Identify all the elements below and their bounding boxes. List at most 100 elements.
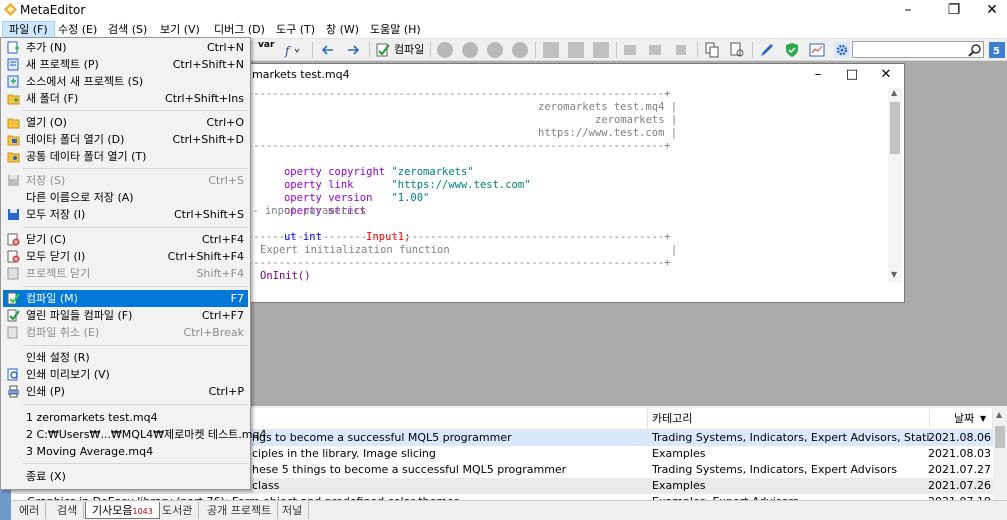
scroll-up-icon[interactable]: ▲ — [891, 88, 897, 97]
menu-item-recent-1[interactable]: 1 zeromarkets test.mq4 — [3, 409, 248, 426]
article-category: Trading Systems, Indicators, Expert Advi… — [652, 463, 898, 476]
articles-vertical-scrollbar[interactable]: ▲ — [993, 408, 1007, 500]
compile-icon — [376, 43, 390, 57]
menu-file[interactable]: 파일 (F) — [2, 21, 55, 38]
menu-item-close[interactable]: 닫기 (C) Ctrl+F4 — [3, 231, 248, 248]
new-folder-icon — [7, 94, 20, 105]
menu-item-close-project[interactable]: 프로젝트 닫기 Shift+F4 — [3, 265, 248, 282]
column-header-category[interactable]: 카테고리 — [648, 408, 930, 430]
menu-tools[interactable]: 도구 (T) — [270, 21, 321, 38]
close-project-icon — [7, 267, 19, 280]
menu-item-new-folder[interactable]: 새 폴더 (F) Ctrl+Shift+Ins — [3, 90, 248, 107]
editor-scroll-thumb[interactable] — [890, 102, 900, 154]
list-scroll-up-icon[interactable]: ▲ — [996, 410, 1002, 419]
toolbox-tabs: 에러 검색 기사모음1043 도서관 공개 프로젝트 저널 — [11, 500, 1007, 520]
var-button[interactable]: var — [258, 40, 274, 50]
debug-start-icon[interactable] — [462, 42, 478, 58]
menu-item-recent-2[interactable]: 2 C:₩Users₩...₩MQL4₩제로마켓 테스트.mq4 — [3, 426, 267, 443]
code-line: operty link "https://www.test.com" — [283, 179, 531, 191]
menu-item-compile[interactable]: 컴파일 (M) F7 — [3, 290, 248, 307]
new-project-icon — [7, 58, 19, 71]
menu-window[interactable]: 창 (W) — [320, 21, 365, 38]
code-line: zeromarkets | — [595, 114, 678, 126]
style-pen-icon[interactable] — [759, 42, 775, 58]
stop-square-icon[interactable] — [676, 45, 686, 55]
back-arrow-icon[interactable] — [320, 42, 336, 58]
maximize-button[interactable]: ❐ — [931, 0, 977, 20]
code-line: OnInit() — [260, 270, 311, 282]
close-window-button[interactable]: ✕ — [977, 0, 1007, 20]
mql5-community-icon[interactable]: 5 — [989, 42, 1005, 58]
step-into-icon[interactable] — [543, 42, 559, 58]
tab-journal[interactable]: 저널 — [276, 502, 310, 519]
menu-item-open-common-folder[interactable]: 공통 데이타 폴더 열기 (T) — [3, 148, 248, 165]
breakpoint-remove-icon[interactable] — [649, 45, 661, 55]
project-from-source-icon — [7, 75, 19, 88]
column-header-date-label: 날짜 — [954, 412, 975, 425]
menu-item-new-project[interactable]: 새 프로젝트 (P) Ctrl+Shift+N — [3, 56, 248, 73]
menu-item-open[interactable]: 열기 (O) Ctrl+O — [3, 114, 248, 131]
menu-search[interactable]: 검색 (S) — [102, 21, 153, 38]
common-folder-icon — [7, 152, 20, 163]
settings-gear-icon[interactable] — [834, 42, 850, 58]
article-date: 2021.07.27 — [928, 463, 991, 476]
column-header-date[interactable]: 날짜 ▼ — [930, 408, 993, 430]
chart-window-icon[interactable] — [809, 42, 825, 58]
menu-item-print-preview[interactable]: 인쇄 미리보기 (V) — [3, 366, 248, 383]
tab-library[interactable]: 도서관 — [156, 502, 200, 519]
forward-arrow-icon[interactable] — [345, 42, 361, 58]
editor-maximize-button[interactable]: □ — [836, 64, 868, 86]
find-in-files-icon[interactable] — [729, 42, 745, 58]
menu-item-new[interactable]: 추가 (N) Ctrl+N — [3, 39, 248, 56]
tab-public-projects[interactable]: 공개 프로젝트 — [201, 502, 279, 519]
shield-check-icon[interactable] — [784, 42, 800, 58]
menu-view[interactable]: 보기 (V) — [154, 21, 206, 38]
tab-search[interactable]: 검색 — [51, 502, 85, 519]
cancel-compile-icon — [7, 326, 18, 339]
sort-desc-icon: ▼ — [980, 414, 987, 423]
menu-debug[interactable]: 디버그 (D) — [208, 21, 271, 38]
code-line: -- input parameters — [246, 205, 367, 217]
debug-pause-icon[interactable] — [487, 42, 503, 58]
copy-pages-icon[interactable] — [704, 42, 720, 58]
article-date: 2021.07.26 — [928, 479, 991, 492]
menu-item-save-as[interactable]: 다른 이름으로 저장 (A) — [3, 189, 248, 206]
menu-item-open-data-folder[interactable]: 데이타 폴더 열기 (D) Ctrl+Shift+D — [3, 131, 248, 148]
editor-minimize-button[interactable]: – — [802, 64, 834, 86]
step-over-icon[interactable] — [568, 42, 584, 58]
tab-articles[interactable]: 기사모음1043 — [85, 502, 160, 519]
close-file-icon — [7, 233, 20, 246]
menu-item-save[interactable]: 저장 (S) Ctrl+S — [3, 172, 248, 189]
menu-item-exit[interactable]: 종료 (X) — [3, 468, 248, 485]
menu-item-recent-3[interactable]: 3 Moving Average.mq4 — [3, 443, 248, 460]
menu-item-cancel-compile[interactable]: 컴파일 취소 (E) Ctrl+Break — [3, 324, 248, 341]
breakpoint-toggle-icon[interactable] — [624, 45, 636, 55]
menu-item-compile-open-files[interactable]: 열린 파일들 컴파일 (F) Ctrl+F7 — [3, 307, 248, 324]
step-out-icon[interactable] — [593, 42, 609, 58]
editor-close-button[interactable]: ✕ — [870, 64, 902, 86]
editor-vertical-scrollbar[interactable]: ▲ ▼ — [888, 88, 902, 282]
menu-edit[interactable]: 수정 (E) — [52, 21, 103, 38]
menu-item-save-all[interactable]: 모두 저장 (I) Ctrl+Shift+S — [3, 206, 248, 223]
toolbar-search-input[interactable] — [852, 41, 984, 58]
list-scroll-thumb[interactable] — [995, 426, 1005, 448]
menu-help[interactable]: 도움말 (H) — [364, 21, 427, 38]
scroll-down-icon[interactable]: ▼ — [891, 270, 897, 279]
menu-item-print[interactable]: 인쇄 (P) Ctrl+P — [3, 383, 248, 400]
search-icon[interactable] — [968, 43, 982, 57]
tab-errors[interactable]: 에러 — [13, 502, 47, 519]
menu-item-print-setup[interactable]: 인쇄 설정 (R) — [3, 349, 248, 366]
debug-stop-icon[interactable] — [512, 42, 528, 58]
title-bar: MetaEditor – ❐ ✕ — [0, 0, 1007, 20]
debug-start-history-icon[interactable] — [437, 42, 453, 58]
close-all-icon — [7, 250, 20, 263]
code-line: zeromarkets test.mq4 | — [538, 101, 678, 113]
minimize-button[interactable]: – — [885, 0, 931, 20]
article-title: hese 5 things to become a successful MQL… — [252, 463, 567, 476]
code-area[interactable]: //+-------------------------------------… — [228, 88, 888, 284]
function-icon[interactable]: f — [284, 42, 300, 58]
metaeditor-logo-icon — [4, 3, 17, 16]
menu-item-project-from-source[interactable]: 소스에서 새 프로젝트 (S) — [3, 73, 248, 90]
menu-item-close-all[interactable]: 모두 닫기 (I) Ctrl+Shift+F4 — [3, 248, 248, 265]
articles-count-badge: 1043 — [132, 507, 153, 516]
